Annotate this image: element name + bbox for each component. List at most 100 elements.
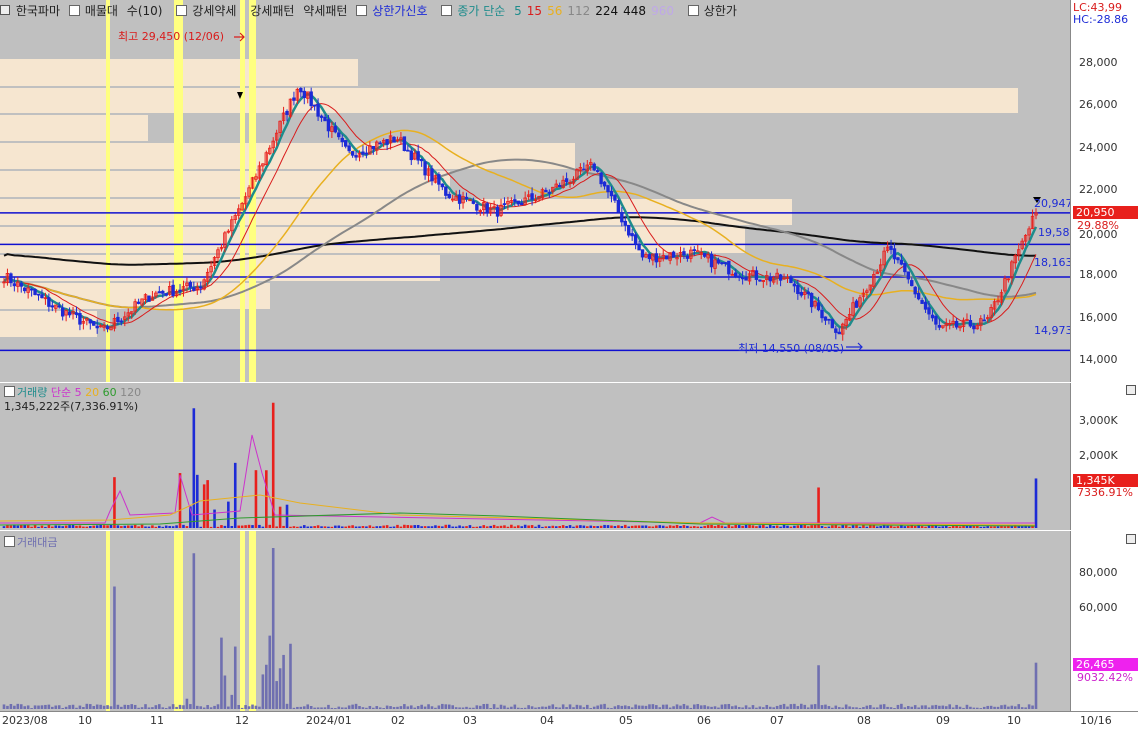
- amount-pct-label: 9032.42%: [1077, 671, 1133, 684]
- volume-bar: [68, 525, 71, 528]
- amount-bar: [382, 708, 385, 709]
- volume-bar: [85, 526, 89, 528]
- volume-bar: [309, 526, 313, 528]
- candle-body: [809, 293, 814, 308]
- volume-bar: [617, 525, 620, 528]
- volume-bar: [941, 526, 945, 528]
- checkbox-icon[interactable]: [687, 5, 699, 16]
- volume-bar: [282, 525, 285, 528]
- amount-bar: [6, 705, 9, 709]
- volume-bar: [375, 526, 379, 528]
- amount-bar: [451, 705, 454, 709]
- volume-bar: [565, 526, 568, 528]
- amount-bar: [906, 706, 910, 709]
- candle-body: [57, 305, 61, 308]
- amount-bar: [775, 705, 779, 709]
- checkbox-icon[interactable]: [441, 5, 453, 16]
- collapse-icon[interactable]: [0, 5, 10, 15]
- amount-bar: [851, 707, 855, 709]
- amount-bar: [586, 704, 589, 709]
- checkbox-icon[interactable]: [356, 5, 368, 16]
- checkbox-icon[interactable]: [68, 5, 80, 16]
- volume-bar: [482, 525, 486, 528]
- candle-body: [792, 283, 797, 287]
- amount-bar: [982, 706, 986, 709]
- candle-body: [95, 325, 99, 329]
- amount-bar: [917, 707, 920, 709]
- ma-legend[interactable]: 종가 단순 5 15 56 112 224 448 960: [441, 4, 679, 18]
- volume-bar: [461, 526, 465, 528]
- volume-bar: [537, 524, 541, 528]
- amount-bar: [862, 707, 865, 709]
- amount-bar: [306, 704, 310, 709]
- volume-bar: [289, 526, 292, 528]
- volume-bar: [354, 526, 358, 528]
- candle-body: [371, 146, 376, 150]
- checkbox-icon[interactable]: [4, 536, 15, 547]
- amount-legend[interactable]: 거래대금: [4, 534, 57, 550]
- checkbox-icon[interactable]: [4, 386, 15, 397]
- volume-bar: [630, 525, 634, 528]
- amount-bar: [430, 706, 434, 709]
- volume-bar: [158, 525, 161, 528]
- candle-body: [723, 262, 728, 265]
- amount-bar: [375, 706, 379, 709]
- limit-up-highlight: [249, 531, 256, 711]
- candle-body: [78, 313, 82, 325]
- candle-body: [682, 251, 686, 256]
- volume-bar: [627, 526, 631, 528]
- volume-bar: [582, 525, 586, 528]
- volume-bar: [392, 526, 396, 528]
- trade-amount-pane[interactable]: 거래대금: [0, 531, 1070, 711]
- volume-bar: [385, 525, 389, 528]
- pattern-toggle[interactable]: 강세약세: [176, 4, 241, 18]
- volume-bar: [824, 526, 827, 528]
- pane-collapse-icon[interactable]: [1126, 534, 1136, 544]
- amount-bar: [496, 707, 499, 709]
- candle-body: [734, 272, 738, 277]
- price-chart-pane[interactable]: 한국파마 매물대 수(10) 강세약세 강세패턴 약세패턴 상한가신호 종가 단…: [0, 0, 1070, 382]
- volume-bar: [579, 525, 582, 528]
- volume-profile-toggle[interactable]: 매물대 수(10): [68, 4, 168, 18]
- volume-pct-label: 7336.91%: [1077, 486, 1133, 499]
- candle-body: [820, 309, 824, 319]
- volume-bar: [837, 526, 841, 528]
- volume-bar: [75, 525, 78, 528]
- volume-bar: [875, 526, 879, 528]
- amount-bar: [762, 707, 765, 709]
- volume-bar: [755, 526, 758, 528]
- amount-bar: [882, 704, 886, 709]
- amount-bar: [910, 706, 914, 709]
- amount-bar: [900, 703, 903, 709]
- pane-collapse-icon[interactable]: [1126, 385, 1136, 395]
- volume-bar: [603, 524, 606, 528]
- amount-bar: [16, 703, 20, 709]
- limit-signal-toggle[interactable]: 상한가신호: [356, 4, 432, 18]
- volume-pane[interactable]: 거래량 단순 5 20 60 120 1,345,222주(7,336.91%): [0, 383, 1070, 530]
- volume-bar: [71, 524, 75, 528]
- amount-bar: [976, 707, 979, 709]
- amount-bar: [1017, 704, 1021, 709]
- candle-body: [430, 168, 434, 182]
- volume-bar: [506, 526, 510, 528]
- volume-bar: [144, 526, 147, 528]
- volume-bar: [492, 524, 496, 528]
- amount-bar: [479, 705, 482, 709]
- amount-bar: [61, 707, 64, 709]
- volume-bar: [403, 524, 406, 528]
- volume-bar: [489, 525, 492, 528]
- x-tick: 10: [78, 714, 92, 727]
- amount-bar: [30, 708, 33, 709]
- amount-bar: [620, 705, 624, 709]
- volume-bar: [713, 526, 717, 528]
- volume-bar: [434, 525, 437, 528]
- limit-up-toggle[interactable]: 상한가: [687, 4, 742, 18]
- volume-bar: [147, 526, 151, 528]
- volume-bar: [679, 526, 682, 528]
- amount-bar: [606, 707, 610, 709]
- amount-bar: [254, 705, 258, 709]
- candle-body: [789, 276, 793, 284]
- candle-body: [896, 257, 900, 261]
- checkbox-icon[interactable]: [176, 5, 188, 16]
- candle-body: [312, 104, 317, 107]
